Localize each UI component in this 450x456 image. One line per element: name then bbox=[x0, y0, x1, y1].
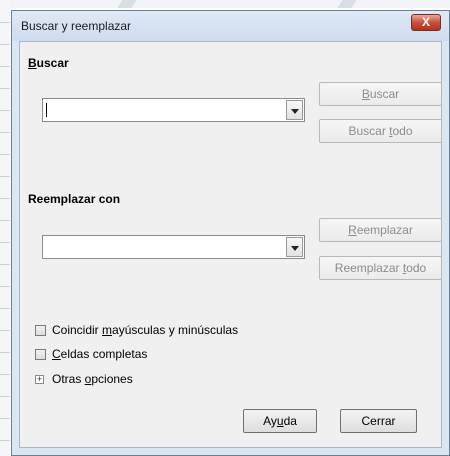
dialog-titlebar[interactable]: Buscar y reemplazar X bbox=[12, 11, 449, 41]
chevron-down-icon bbox=[291, 246, 299, 251]
search-combobox[interactable] bbox=[42, 98, 305, 122]
replace-label: Reemplazar con bbox=[28, 192, 121, 206]
close-button[interactable]: Cerrar bbox=[340, 409, 417, 433]
whole-cells-checkbox[interactable] bbox=[35, 349, 46, 360]
background-sheet-rows bbox=[0, 0, 10, 456]
replace-button[interactable]: Reemplazar bbox=[319, 218, 442, 242]
match-case-label: Coincidir mayúsculas y minúsculas bbox=[52, 323, 239, 337]
find-replace-dialog: Buscar y reemplazar X Buscar Buscar Busc… bbox=[11, 10, 450, 456]
dialog-title: Buscar y reemplazar bbox=[21, 19, 132, 33]
replace-combobox[interactable] bbox=[42, 235, 305, 259]
background-decoration bbox=[117, 0, 137, 8]
more-options-label: Otras opciones bbox=[52, 372, 133, 386]
find-all-button[interactable]: Buscar todo bbox=[319, 119, 442, 143]
replace-dropdown-button[interactable] bbox=[286, 237, 303, 257]
close-icon[interactable]: X bbox=[411, 14, 441, 31]
chevron-down-icon bbox=[291, 109, 299, 114]
background-decoration bbox=[337, 0, 357, 8]
expand-plus-icon[interactable]: + bbox=[35, 375, 44, 384]
find-button[interactable]: Buscar bbox=[319, 82, 442, 106]
search-dropdown-button[interactable] bbox=[286, 100, 303, 120]
replace-all-button[interactable]: Reemplazar todo bbox=[319, 256, 442, 280]
replace-input[interactable] bbox=[45, 238, 285, 256]
background-toolbar bbox=[0, 0, 450, 8]
dialog-body: Buscar Buscar Buscar todo Reemplazar con… bbox=[19, 41, 442, 448]
search-input[interactable] bbox=[45, 101, 285, 119]
match-case-checkbox[interactable] bbox=[35, 325, 46, 336]
text-cursor bbox=[46, 103, 47, 117]
help-button[interactable]: Ayuda bbox=[243, 409, 317, 433]
whole-cells-label: Celdas completas bbox=[52, 347, 148, 361]
search-label: Buscar bbox=[28, 56, 69, 70]
